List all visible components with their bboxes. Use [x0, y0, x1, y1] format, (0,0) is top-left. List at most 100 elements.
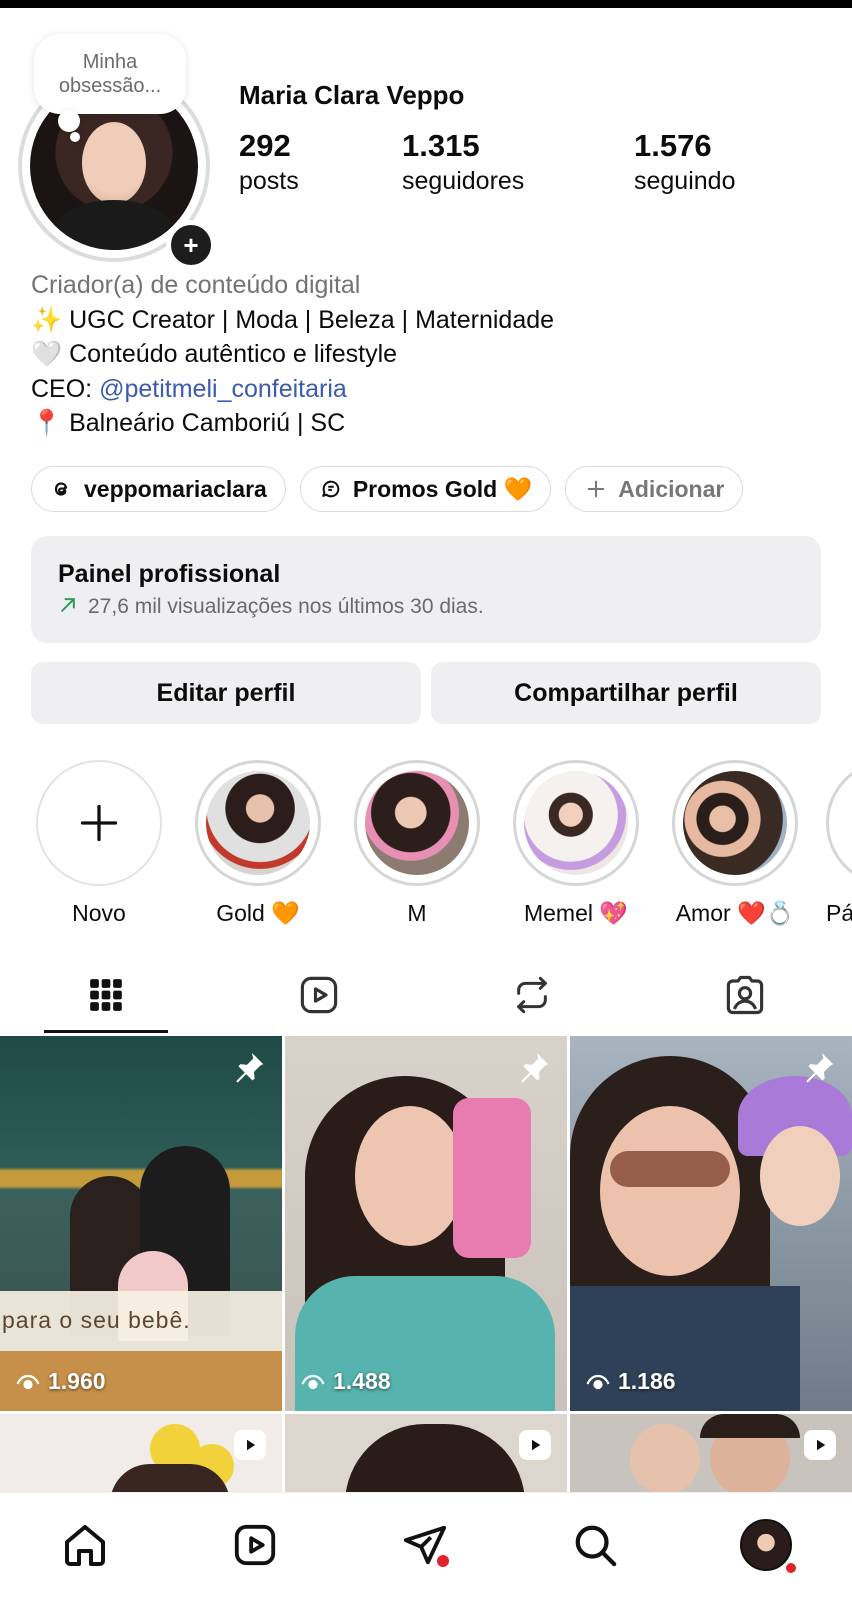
grid-post-5[interactable]: [285, 1414, 567, 1492]
add-chip[interactable]: Adicionar: [565, 466, 744, 512]
dashboard-subtitle: 27,6 mil visualizações nos últimos 30 di…: [88, 595, 484, 618]
promos-chip-label: Promos Gold 🧡: [352, 475, 533, 502]
stat-followers[interactable]: 1.315 seguidores: [402, 128, 524, 198]
plus-icon: [80, 804, 118, 842]
tab-posts-grid[interactable]: [44, 960, 168, 1030]
bio-line-4: 📍 Balneário Camboriú | SC: [31, 409, 346, 437]
highlight-thumbnail: [365, 771, 469, 875]
eye-icon: [586, 1374, 610, 1389]
active-tab-indicator: [44, 1030, 168, 1033]
tab-tagged[interactable]: [683, 960, 807, 1030]
highlight-partial[interactable]: Pá: [826, 760, 852, 927]
note-bubble-tail-small: [70, 132, 80, 142]
bio-line-1: ✨ UGC Creator | Moda | Beleza | Maternid…: [31, 305, 555, 334]
note-bubble-tail: [58, 110, 80, 132]
bio-ceo-link[interactable]: @petitmeli_confeitaria: [99, 375, 347, 403]
reel-badge-icon: [804, 1430, 836, 1460]
stat-posts-value: 292: [239, 128, 291, 163]
post-views: 1.960: [16, 1368, 106, 1395]
highlight-label: Novo: [72, 900, 126, 926]
highlight-memel[interactable]: Memel 💖: [513, 760, 639, 927]
eye-icon: [301, 1374, 325, 1389]
highlight-amor[interactable]: Amor ❤️💍: [672, 760, 798, 927]
highlight-ring: [354, 760, 480, 886]
grid-post-4[interactable]: [0, 1414, 282, 1492]
profile-bio: Criador(a) de conteúdo digital ✨ UGC Cre…: [31, 268, 831, 441]
add-chip-label: Adicionar: [618, 475, 725, 502]
plus-icon: [584, 477, 608, 501]
stat-following-label: seguindo: [634, 167, 736, 195]
highlight-ring: [36, 760, 162, 886]
highlight-new[interactable]: Novo: [36, 760, 162, 927]
trend-up-icon: [58, 595, 78, 619]
grid-post-2[interactable]: 1.488: [285, 1036, 567, 1411]
profile-notification-dot: [784, 1561, 798, 1575]
highlight-gold[interactable]: Gold 🧡: [195, 760, 321, 927]
repost-icon: [517, 976, 547, 1014]
stat-followers-value: 1.315: [402, 128, 480, 163]
share-profile-button[interactable]: Compartilhar perfil: [431, 662, 821, 724]
bio-line-3: CEO: @petitmeli_confeitaria: [31, 372, 831, 407]
bottom-navigation: [0, 1492, 852, 1600]
threads-chip-label: veppomariaclara: [84, 475, 267, 502]
post-views-count: 1.186: [618, 1368, 676, 1394]
pin-icon: [806, 1052, 834, 1083]
threads-icon: [50, 477, 74, 501]
note-text: Minha obsessão...: [58, 51, 162, 97]
highlight-label: Pá: [826, 900, 852, 926]
highlight-thumbnail: [206, 771, 310, 875]
threads-chip[interactable]: veppomariaclara: [31, 466, 286, 512]
nav-search[interactable]: [565, 1515, 625, 1575]
messages-notification-dot: [437, 1555, 449, 1567]
stat-following-value: 1.576: [634, 128, 712, 163]
highlight-label: M: [407, 900, 427, 926]
share-profile-label: Compartilhar perfil: [514, 678, 738, 707]
highlight-m[interactable]: M: [354, 760, 480, 927]
profile-name: Maria Clara Veppo: [239, 80, 465, 110]
status-bar: [0, 0, 852, 8]
reel-badge-icon: [234, 1430, 266, 1460]
professional-dashboard[interactable]: Painel profissional 27,6 mil visualizaçõ…: [31, 536, 821, 643]
highlight-ring: [513, 760, 639, 886]
tab-reposts[interactable]: [470, 960, 594, 1030]
tab-reels[interactable]: [257, 960, 381, 1030]
grid-post-6[interactable]: [570, 1414, 852, 1492]
note-bubble[interactable]: Minha obsessão...: [34, 34, 186, 114]
grid-post-3[interactable]: 1.186: [570, 1036, 852, 1411]
highlight-thumbnail: [683, 771, 787, 875]
pin-icon: [521, 1052, 549, 1083]
edit-profile-label: Editar perfil: [156, 678, 296, 707]
profile-chips: veppomariaclara Promos Gold 🧡 Adicionar: [31, 466, 744, 512]
nav-profile[interactable]: [736, 1515, 798, 1575]
grid-icon: [90, 979, 122, 1011]
edit-profile-button[interactable]: Editar perfil: [31, 662, 421, 724]
dashboard-subtitle-row: 27,6 mil visualizações nos últimos 30 di…: [58, 595, 794, 619]
tagged-person-icon: [726, 975, 764, 1015]
reel-badge-icon: [519, 1430, 551, 1460]
highlight-label: Amor ❤️💍: [675, 900, 795, 926]
home-icon: [65, 1525, 105, 1566]
stat-posts-label: posts: [239, 167, 299, 195]
reels-icon: [234, 1524, 276, 1566]
broadcast-channel-icon: [319, 477, 343, 501]
stat-followers-label: seguidores: [402, 167, 525, 195]
post-views-count: 1.960: [48, 1368, 106, 1394]
nav-home[interactable]: [55, 1515, 115, 1575]
bio-line-2: 🤍 Conteúdo autêntico e lifestyle: [31, 340, 398, 368]
post-caption-overlay: para o seu bebê.: [0, 1291, 282, 1351]
highlight-ring: [826, 760, 852, 886]
highlight-ring: [672, 760, 798, 886]
plus-icon: +: [183, 230, 199, 260]
stat-posts[interactable]: 292 posts: [239, 128, 299, 198]
dashboard-title: Painel profissional: [58, 560, 281, 588]
nav-messages[interactable]: [395, 1515, 455, 1575]
stat-following[interactable]: 1.576 seguindo: [634, 128, 735, 198]
reels-icon: [300, 976, 338, 1014]
bio-category: Criador(a) de conteúdo digital: [31, 271, 361, 299]
nav-reels[interactable]: [225, 1515, 285, 1575]
add-story-button[interactable]: +: [166, 220, 216, 270]
grid-post-1[interactable]: para o seu bebê. 1.960: [0, 1036, 282, 1411]
promos-chip[interactable]: Promos Gold 🧡: [299, 466, 552, 512]
highlight-label: Memel 💖: [523, 900, 629, 926]
bio-ceo-prefix: CEO:: [31, 374, 100, 403]
